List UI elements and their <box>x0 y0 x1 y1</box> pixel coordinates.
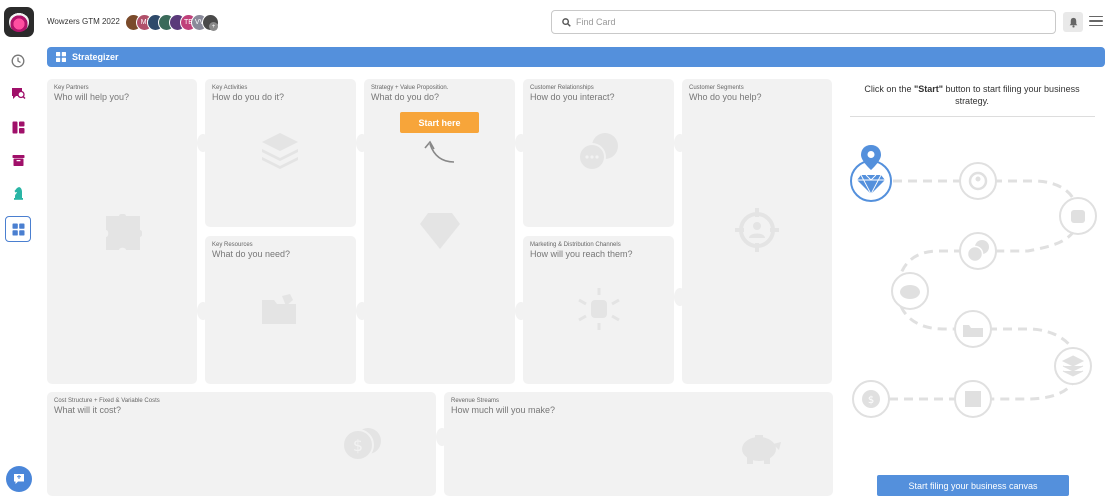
block-question: How do you do it? <box>212 92 285 102</box>
canvas-block-key-activities[interactable]: Key Activities How do you do it? <box>205 79 356 227</box>
puzzle-icon <box>106 214 142 250</box>
block-connector <box>197 302 209 320</box>
block-question: What will it cost? <box>54 405 122 415</box>
svg-text:$: $ <box>353 436 363 455</box>
block-question: Who will help you? <box>54 92 130 102</box>
journey-step-icon <box>954 310 992 348</box>
bell-icon <box>1069 17 1077 28</box>
block-label: Marketing & Distribution Channels <box>530 242 621 248</box>
grid-icon <box>56 52 66 62</box>
instruction-text: Click on the "Start" button to start fil… <box>854 83 1090 107</box>
block-question: Who do you help? <box>689 92 762 102</box>
journey-step-icon <box>954 380 992 418</box>
instruction-prefix: Click on the <box>864 84 914 94</box>
menu-line <box>1089 15 1103 18</box>
project-name[interactable]: Wowzers GTM 2022 <box>47 17 120 26</box>
block-question: How do you interact? <box>530 92 615 102</box>
curved-arrow-icon <box>424 140 455 163</box>
svg-text:$: $ <box>868 395 874 406</box>
hamburger-menu-button[interactable] <box>1089 14 1103 28</box>
app-logo[interactable] <box>4 7 34 37</box>
instruction-suffix: button to start filing your business str… <box>943 84 1080 106</box>
menu-line <box>1089 24 1103 27</box>
grid-icon <box>12 223 24 235</box>
search-input[interactable] <box>576 17 1036 27</box>
logo-mark <box>9 12 29 32</box>
search-icon <box>562 17 571 27</box>
block-label: Key Activities <box>212 85 248 91</box>
board-icon <box>12 121 24 133</box>
top-bar: Wowzers GTM 2022 Mi TE VV + <box>0 0 1109 44</box>
avatar-extra-count[interactable]: + <box>209 22 218 31</box>
sidebar <box>0 44 37 500</box>
instruction-start-keyword: "Start" <box>913 84 943 94</box>
chat-button[interactable] <box>6 466 32 492</box>
journey-step-icon <box>1054 347 1092 385</box>
block-connector <box>515 302 527 320</box>
journey-step-icon <box>959 162 997 200</box>
journey-step-icon <box>1059 197 1097 235</box>
block-question: How much will you make? <box>451 405 556 415</box>
canvas-block-key-partners[interactable]: Key Partners Who will help you? <box>47 79 197 384</box>
divider <box>850 116 1095 117</box>
block-question: How will you reach them? <box>530 249 633 259</box>
layers-icon <box>262 133 298 169</box>
sidebar-item-cards[interactable] <box>5 81 31 107</box>
block-label: Customer Segments <box>689 85 744 91</box>
sidebar-item-boards[interactable] <box>5 114 31 140</box>
journey-step-icon <box>891 272 929 310</box>
block-connector <box>674 288 686 306</box>
page-title: Strategizer <box>72 52 119 62</box>
chat-bubbles-icon <box>578 133 618 171</box>
notifications-button[interactable] <box>1063 12 1083 32</box>
block-question: What do you need? <box>212 249 291 259</box>
piggy-bank-icon <box>742 435 781 464</box>
sidebar-item-strategy[interactable] <box>5 180 31 206</box>
block-label: Key Resources <box>212 242 253 248</box>
block-connector <box>197 134 209 152</box>
menu-line <box>1089 20 1103 22</box>
strategizer-header: Strategizer <box>47 47 1105 67</box>
block-connector <box>356 134 368 152</box>
block-question: What do you do? <box>371 92 440 102</box>
clock-icon <box>11 54 25 68</box>
find-card-search[interactable] <box>551 10 1056 34</box>
chat-icon <box>14 474 24 484</box>
diamond-icon <box>420 213 460 249</box>
broadcast-icon <box>578 288 620 330</box>
canvas-block-customer-segments[interactable]: Customer Segments Who do you help? <box>682 79 832 384</box>
canvas-block-cost-structure[interactable]: Cost Structure + Fixed & Variable Costs … <box>47 392 436 496</box>
canvas-block-channels[interactable]: Marketing & Distribution Channels How wi… <box>523 236 674 384</box>
target-user-icon <box>735 208 779 252</box>
journey-step-icon: $ <box>852 380 890 418</box>
chat-search-icon <box>11 88 26 100</box>
start-here-button[interactable]: Start here <box>400 112 479 133</box>
block-label: Cost Structure + Fixed & Variable Costs <box>54 398 160 404</box>
coins-icon: $ <box>342 428 381 461</box>
start-filing-canvas-button[interactable]: Start filing your business canvas <box>877 475 1069 496</box>
sidebar-item-recent[interactable] <box>5 48 31 74</box>
member-avatars[interactable]: Mi TE VV + <box>125 14 219 32</box>
block-label: Revenue Streams <box>451 398 500 404</box>
canvas-block-revenue-streams[interactable]: Revenue Streams How much will you make? <box>444 392 833 496</box>
onboarding-panel: Click on the "Start" button to start fil… <box>838 71 1109 500</box>
journey-step-icon <box>959 232 997 270</box>
block-label: Customer Relationships <box>530 85 594 91</box>
canvas-block-customer-relationships[interactable]: Customer Relationships How do you intera… <box>523 79 674 227</box>
journey-step-icon <box>850 145 892 202</box>
chess-knight-icon <box>14 187 23 200</box>
folder-tools-icon <box>262 294 296 324</box>
block-label: Key Partners <box>54 85 89 91</box>
sidebar-item-strategizer[interactable] <box>5 216 31 242</box>
block-connector <box>436 428 448 446</box>
archive-icon <box>12 154 24 166</box>
block-label: Strategy + Value Proposition. <box>371 85 449 91</box>
canvas-block-key-resources[interactable]: Key Resources What do you need? <box>205 236 356 384</box>
sidebar-item-archive[interactable] <box>5 147 31 173</box>
journey-path-illustration: $ <box>850 145 1097 418</box>
block-connector <box>515 134 527 152</box>
block-connector <box>674 134 686 152</box>
block-connector <box>356 302 368 320</box>
